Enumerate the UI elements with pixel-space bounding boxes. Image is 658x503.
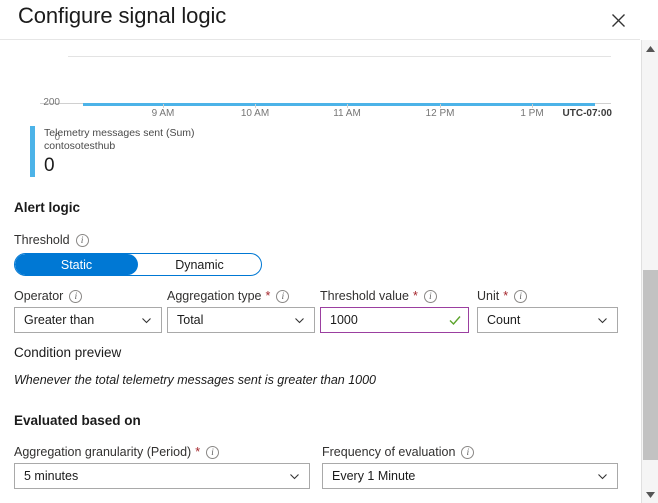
y-tick-label-200: 200 (43, 97, 60, 108)
vertical-scrollbar[interactable] (641, 40, 658, 503)
threshold-option-dynamic[interactable]: Dynamic (138, 254, 261, 275)
condition-preview-text: Whenever the total telemetry messages se… (14, 373, 376, 387)
legend-metric-name: Telemetry messages sent (Sum) (44, 127, 195, 139)
threshold-label: Threshold i (14, 233, 89, 247)
chevron-down-icon (141, 315, 152, 326)
aggregation-type-label-text: Aggregation type (167, 289, 262, 303)
threshold-option-static[interactable]: Static (15, 254, 138, 275)
operator-dropdown[interactable]: Greater than (14, 307, 162, 333)
info-icon[interactable]: i (276, 289, 290, 303)
frequency-of-evaluation-dropdown[interactable]: Every 1 Minute (322, 463, 618, 489)
chevron-up-icon[interactable] (642, 40, 658, 57)
legend-color-swatch (30, 126, 35, 177)
info-icon[interactable]: i (423, 289, 437, 303)
operator-label-text: Operator (14, 289, 64, 303)
threshold-label-text: Threshold (14, 233, 70, 247)
series-line-telemetry (83, 103, 595, 106)
operator-value: Greater than (24, 313, 95, 327)
timezone-label: UTC-07:00 (562, 108, 612, 119)
aggregation-type-label: Aggregation type * i (167, 289, 290, 303)
chart-legend: Telemetry messages sent (Sum) contosotes… (30, 126, 195, 177)
condition-preview-label: Condition preview (14, 345, 122, 360)
chevron-down-icon (597, 471, 608, 482)
aggregation-granularity-dropdown[interactable]: 5 minutes (14, 463, 310, 489)
required-marker: * (503, 289, 509, 303)
scrollbar-thumb[interactable] (643, 270, 658, 460)
configure-signal-logic-panel: Configure signal logic 200 0 9 AM 10 AM … (0, 0, 658, 503)
x-tick-label-9am: 9 AM (151, 108, 175, 119)
alert-logic-heading: Alert logic (14, 200, 81, 215)
legend-current-value: 0 (44, 155, 55, 176)
unit-label-text: Unit (477, 289, 500, 303)
frequency-of-evaluation-label: Frequency of evaluation i (322, 445, 475, 459)
required-marker: * (265, 289, 271, 303)
checkmark-icon (448, 313, 462, 327)
aggregation-granularity-label-text: Aggregation granularity (Period) (14, 445, 192, 459)
chevron-down-icon (289, 471, 300, 482)
threshold-value-label-text: Threshold value (320, 289, 409, 303)
evaluated-based-on-heading: Evaluated based on (14, 413, 141, 428)
unit-value: Count (487, 313, 521, 327)
x-tick-label-10am: 10 AM (240, 108, 270, 119)
close-icon[interactable] (604, 6, 632, 34)
aggregation-type-value: Total (177, 313, 204, 327)
aggregation-type-dropdown[interactable]: Total (167, 307, 315, 333)
info-icon[interactable]: i (69, 289, 83, 303)
threshold-value-label: Threshold value * i (320, 289, 437, 303)
aggregation-granularity-value: 5 minutes (24, 469, 79, 483)
chevron-down-icon (597, 315, 608, 326)
chevron-down-icon (294, 315, 305, 326)
info-icon[interactable]: i (206, 445, 220, 459)
chevron-down-icon[interactable] (642, 486, 658, 503)
legend-resource-name: contosotesthub (44, 140, 116, 152)
x-tick-label-1pm: 1 PM (520, 108, 544, 119)
info-icon[interactable]: i (75, 233, 89, 247)
metric-chart: 200 0 9 AM 10 AM 11 AM 12 PM 1 PM UTC-07… (0, 46, 634, 143)
threshold-type-toggle[interactable]: Static Dynamic (14, 253, 262, 276)
info-icon[interactable]: i (461, 445, 475, 459)
chart-plot-area (40, 56, 611, 104)
x-tick-label-11am: 11 AM (333, 108, 361, 119)
x-tick-label-12pm: 12 PM (425, 108, 455, 119)
gridline-200 (68, 56, 611, 57)
threshold-value-text: 1000 (330, 313, 358, 327)
required-marker: * (195, 445, 201, 459)
legend-text-group: Telemetry messages sent (Sum) contosotes… (44, 126, 195, 177)
panel-header: Configure signal logic (0, 0, 640, 40)
operator-label: Operator i (14, 289, 83, 303)
threshold-value-input[interactable]: 1000 (320, 307, 469, 333)
unit-label: Unit * i (477, 289, 528, 303)
frequency-of-evaluation-value: Every 1 Minute (332, 469, 416, 483)
info-icon[interactable]: i (514, 289, 528, 303)
frequency-of-evaluation-label-text: Frequency of evaluation (322, 445, 456, 459)
page-title: Configure signal logic (18, 3, 227, 28)
unit-dropdown[interactable]: Count (477, 307, 618, 333)
required-marker: * (412, 289, 418, 303)
aggregation-granularity-label: Aggregation granularity (Period) * i (14, 445, 220, 459)
